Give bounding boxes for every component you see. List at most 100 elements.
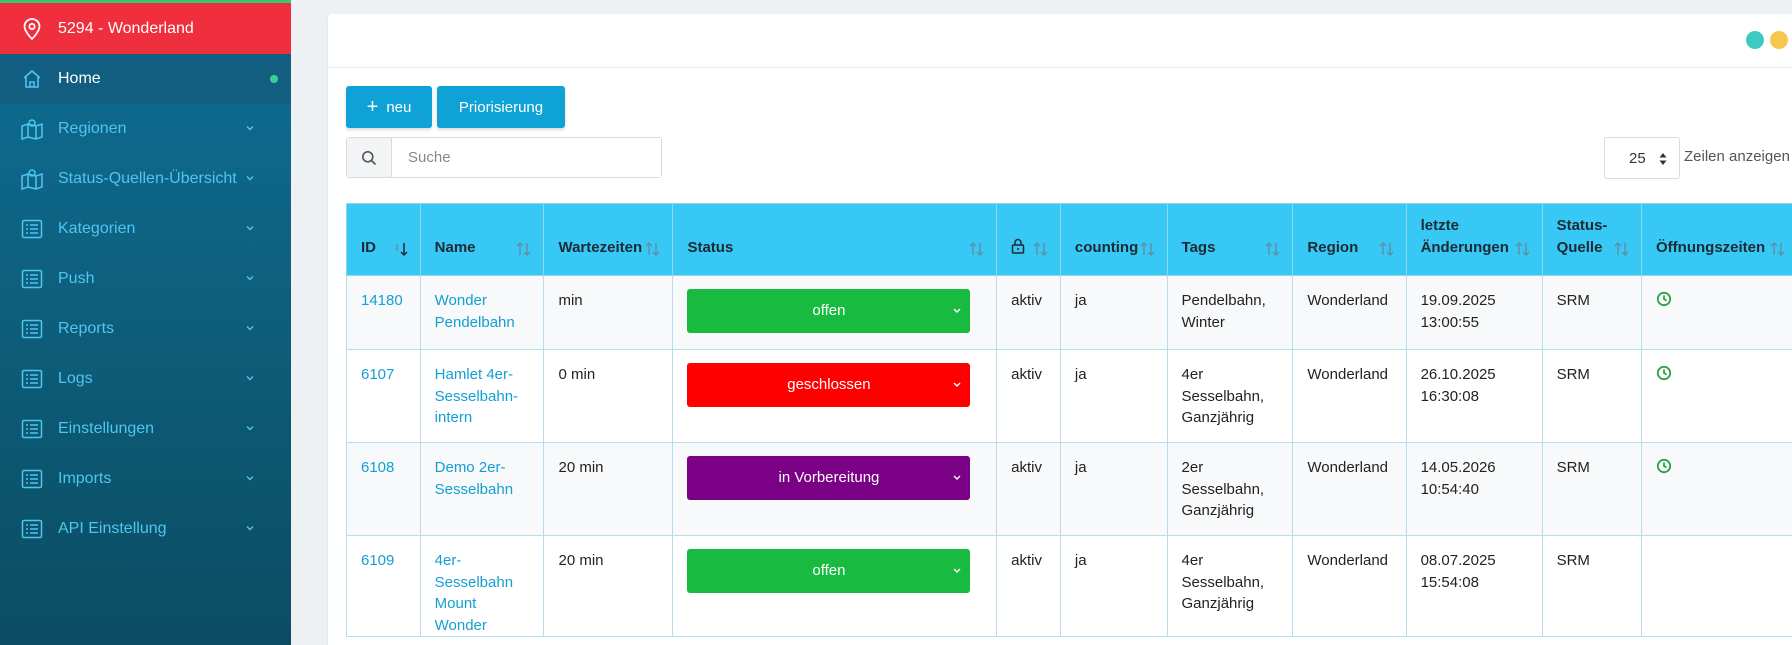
column-header-label: Tags xyxy=(1181,239,1216,256)
cell-last-change-text: 19.09.2025 13:00:55 xyxy=(1420,292,1496,331)
cell-name[interactable]: 4er-Sesselbahn Mount Wonder xyxy=(419,535,545,637)
location-pin-icon xyxy=(23,17,41,40)
cell-lock-state-text: aktiv xyxy=(1011,459,1042,476)
cell-tags: 4er Sesselbahn, Ganzjährig xyxy=(1166,349,1294,443)
cell-id[interactable]: 6109 xyxy=(346,535,421,637)
cell-region-text: Wonderland xyxy=(1307,552,1389,569)
cell-id-text: 6107 xyxy=(361,366,395,383)
column-header-last-changes[interactable]: letzte Änderungen xyxy=(1405,203,1543,276)
prioritization-button[interactable]: Priorisierung xyxy=(437,86,565,128)
sidebar-item-label: Regionen xyxy=(58,120,127,137)
cell-wait-time: 0 min xyxy=(543,349,674,443)
cell-region-text: Wonderland xyxy=(1307,366,1389,383)
column-header-name[interactable]: Name xyxy=(419,203,545,276)
sidebar-item-reports[interactable]: Reports xyxy=(0,304,291,354)
sort-icon[interactable] xyxy=(968,240,986,258)
list-icon xyxy=(20,217,44,241)
sort-icon[interactable] xyxy=(644,240,662,258)
table-row[interactable]: 6107 Hamlet 4er-Sesselbahn-intern 0 min ges… xyxy=(346,349,1792,443)
chevron-down-icon xyxy=(246,176,254,181)
cell-id[interactable]: 14180 xyxy=(346,275,421,350)
cell-status-source-text: SRM xyxy=(1556,292,1590,309)
sort-icon[interactable] xyxy=(1139,240,1157,258)
cell-name-text: Wonder Pendelbahn xyxy=(434,292,515,331)
status-select[interactable]: offen xyxy=(687,549,971,593)
column-header-counting[interactable]: counting xyxy=(1059,203,1168,276)
clock-icon[interactable] xyxy=(1656,291,1672,307)
cell-name[interactable]: Hamlet 4er-Sesselbahn-intern xyxy=(419,349,545,443)
table-row[interactable]: 6109 4er-Sesselbahn Mount Wonder 20 min off… xyxy=(346,535,1792,637)
cell-name[interactable]: Wonder Pendelbahn xyxy=(419,275,545,350)
cell-status: in Vorbereitung xyxy=(672,442,998,536)
status-select-value: offen xyxy=(812,302,846,320)
column-header-tags[interactable]: Tags xyxy=(1166,203,1294,276)
sort-icon[interactable] xyxy=(1514,240,1532,258)
status-select-value: offen xyxy=(812,562,846,580)
search-input[interactable] xyxy=(392,138,661,177)
cell-status-source: SRM xyxy=(1541,535,1643,637)
status-select[interactable]: offen xyxy=(687,289,971,333)
column-header-id[interactable]: ID xyxy=(346,203,421,276)
cell-region-text: Wonderland xyxy=(1307,459,1389,476)
sort-icon[interactable] xyxy=(1032,240,1050,258)
clock-icon[interactable] xyxy=(1656,458,1672,474)
site-selector[interactable]: 5294 - Wonderland xyxy=(0,3,291,54)
cell-counting: ja xyxy=(1059,275,1168,350)
sidebar-item-imports[interactable]: Imports xyxy=(0,454,291,504)
sidebar-item-regionen[interactable]: Regionen xyxy=(0,104,291,154)
sidebar-item-push[interactable]: Push xyxy=(0,254,291,304)
sidebar-item-status-quellen-übersicht[interactable]: Status-Quellen-Übersicht xyxy=(0,154,291,204)
sidebar-item-label: Kategorien xyxy=(58,220,136,237)
sort-icon[interactable] xyxy=(392,240,410,258)
cell-last-change: 08.07.2025 15:54:08 xyxy=(1405,535,1543,637)
plus-icon: + xyxy=(366,96,379,118)
chevron-down-icon xyxy=(246,476,254,481)
cell-lock-state: aktiv xyxy=(996,535,1061,637)
cell-counting: ja xyxy=(1059,535,1168,637)
column-header-label: Region xyxy=(1307,239,1359,256)
sidebar-item-label: Einstellungen xyxy=(58,420,155,437)
column-header-wait-times[interactable]: Wartezeiten xyxy=(543,203,674,276)
cell-status-source-text: SRM xyxy=(1556,459,1590,476)
cell-name-text: Hamlet 4er-Sesselbahn-intern xyxy=(434,366,519,426)
sort-icon[interactable] xyxy=(1769,240,1787,258)
rows-per-page-select[interactable]: 25 xyxy=(1604,137,1680,179)
column-header-status[interactable]: Status xyxy=(672,203,998,276)
column-header-region[interactable]: Region xyxy=(1292,203,1407,276)
sidebar-item-label: Home xyxy=(58,70,101,87)
map-icon xyxy=(20,117,44,141)
sidebar-nav: Home Regionen Status-Quellen-Übersicht Kate… xyxy=(0,54,291,554)
column-header-lock[interactable] xyxy=(996,203,1061,276)
sidebar-item-label: Push xyxy=(58,270,95,287)
prioritization-button-label: Priorisierung xyxy=(458,98,544,116)
sort-icon[interactable] xyxy=(1613,240,1631,258)
cell-tags-text: 4er Sesselbahn, Ganzjährig xyxy=(1181,552,1265,612)
list-icon xyxy=(20,267,44,291)
cell-tags: 4er Sesselbahn, Ganzjährig xyxy=(1166,535,1294,637)
table-row[interactable]: 6108 Demo 2er-Sesselbahn 20 min in Vorberei… xyxy=(346,442,1792,536)
status-select[interactable]: in Vorbereitung xyxy=(687,456,971,500)
sort-icon[interactable] xyxy=(1264,240,1282,258)
new-button[interactable]: + neu xyxy=(346,86,432,128)
clock-icon[interactable] xyxy=(1656,365,1672,381)
sidebar-item-kategorien[interactable]: Kategorien xyxy=(0,204,291,254)
status-select[interactable]: geschlossen xyxy=(687,363,971,407)
map-icon xyxy=(20,167,44,191)
cell-id[interactable]: 6107 xyxy=(346,349,421,443)
sidebar-item-api-einstellung[interactable]: API Einstellung xyxy=(0,504,291,554)
sort-icon[interactable] xyxy=(1378,240,1396,258)
cell-name[interactable]: Demo 2er-Sesselbahn xyxy=(419,442,545,536)
column-header-status-source[interactable]: Status-Quelle xyxy=(1541,203,1643,276)
sort-icon[interactable] xyxy=(515,240,533,258)
cell-id[interactable]: 6108 xyxy=(346,442,421,536)
cell-counting: ja xyxy=(1059,349,1168,443)
cell-region: Wonderland xyxy=(1292,535,1407,637)
list-icon xyxy=(20,467,44,491)
column-header-opening-hours[interactable]: Öffnungszeiten xyxy=(1641,203,1792,276)
sidebar-item-logs[interactable]: Logs xyxy=(0,354,291,404)
main-card: + neu Priorisierung 25 Zeilen anzeigen I… xyxy=(328,14,1792,645)
sidebar-item-einstellungen[interactable]: Einstellungen xyxy=(0,404,291,454)
sidebar-item-home[interactable]: Home xyxy=(0,54,291,104)
cell-last-change-text: 08.07.2025 15:54:08 xyxy=(1420,552,1496,591)
table-row[interactable]: 14180 Wonder Pendelbahn min offen aktiv ja Pen… xyxy=(346,275,1792,350)
